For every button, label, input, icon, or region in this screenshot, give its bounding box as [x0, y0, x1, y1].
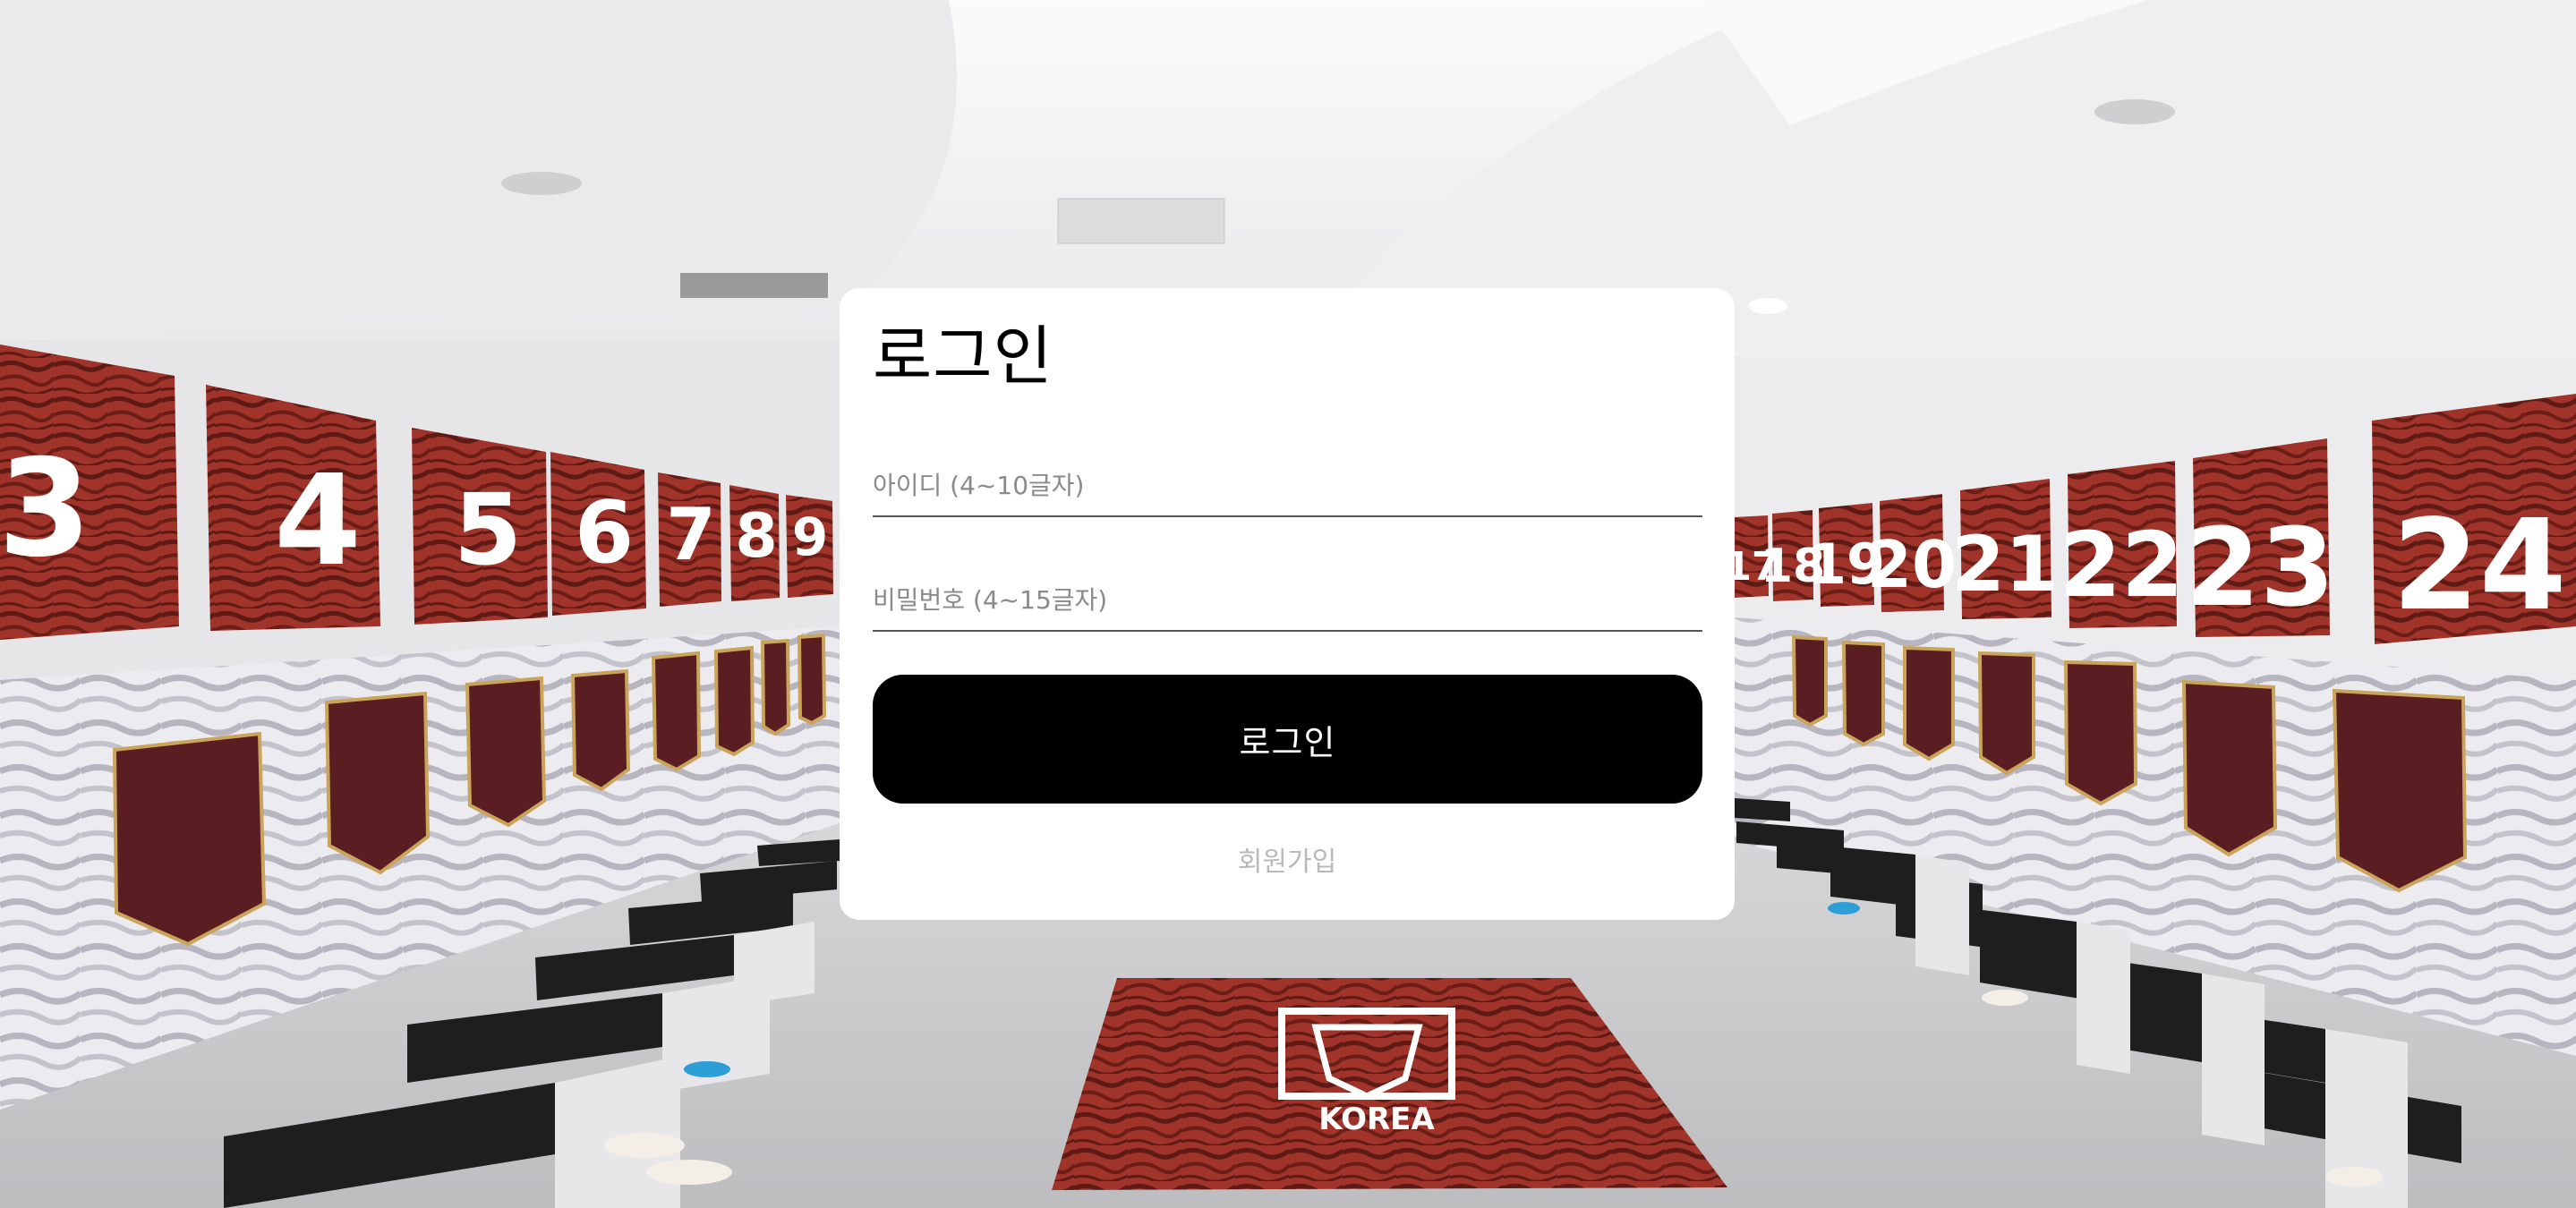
svg-text:21: 21: [1951, 520, 2059, 609]
signup-link[interactable]: 회원가입: [873, 839, 1702, 879]
svg-text:6: 6: [575, 484, 634, 583]
password-input[interactable]: [873, 569, 1702, 630]
svg-text:8: 8: [735, 501, 777, 572]
svg-text:24: 24: [2393, 493, 2567, 639]
svg-text:23: 23: [2186, 506, 2335, 631]
login-card: 로그인 로그인 회원가입: [840, 288, 1735, 920]
svg-text:7: 7: [666, 493, 716, 576]
svg-text:9: 9: [792, 506, 828, 567]
username-field-container: [873, 455, 1702, 517]
login-button[interactable]: 로그인: [873, 675, 1702, 804]
svg-text:22: 22: [2059, 513, 2183, 617]
svg-text:5: 5: [454, 472, 523, 587]
login-page: KOREA 3 4 5 6 7 8 9 17 18 19 20 21 22 23…: [0, 0, 2576, 1208]
username-input[interactable]: [873, 455, 1702, 515]
svg-text:KOREA: KOREA: [1318, 1102, 1435, 1137]
password-field-container: [873, 569, 1702, 632]
login-title: 로그인: [873, 319, 1053, 394]
svg-text:20: 20: [1867, 527, 1957, 602]
svg-text:4: 4: [274, 448, 361, 594]
svg-text:3: 3: [0, 431, 91, 587]
